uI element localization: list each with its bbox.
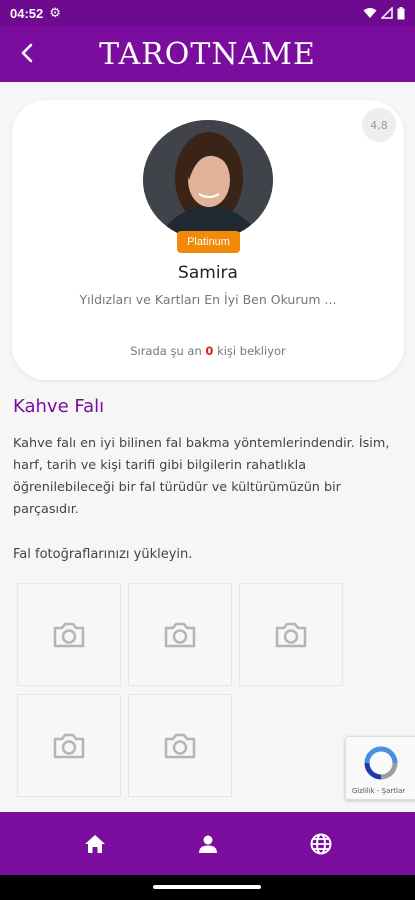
camera-icon <box>164 622 196 647</box>
back-arrow-icon <box>21 43 33 63</box>
photo-slot-1[interactable] <box>17 583 121 686</box>
queue-count: 0 <box>205 344 214 358</box>
upload-label: Fal fotoğraflarınızı yükleyin. <box>13 547 193 562</box>
reader-name: Samira <box>178 263 238 283</box>
bottom-nav <box>0 812 415 875</box>
camera-icon <box>53 733 85 758</box>
battery-icon <box>397 6 405 19</box>
rating-badge: 4,8 <box>362 108 396 142</box>
membership-badge: Platinum <box>177 231 240 253</box>
avatar <box>143 120 273 240</box>
recaptcha-icon <box>364 746 398 780</box>
recaptcha-footer[interactable]: Gizlilik - Şartlar <box>346 787 411 795</box>
camera-icon <box>275 622 307 647</box>
status-icons <box>363 6 405 20</box>
settings-icon: ⚙ <box>49 5 61 21</box>
app-bar: TAROTNAME <box>0 26 415 82</box>
queue-status: Sırada şu an 0 kişi bekliyor <box>12 344 404 358</box>
nav-language[interactable] <box>305 830 337 858</box>
nav-home[interactable] <box>79 830 111 858</box>
queue-suffix: kişi bekliyor <box>217 344 286 358</box>
photo-slot-3[interactable] <box>239 583 343 686</box>
gesture-handle[interactable] <box>153 885 261 889</box>
section-description: Kahve falı en iyi bilinen fal bakma yönt… <box>13 436 390 517</box>
status-bar: 04:52 ⚙ <box>0 0 415 26</box>
signal-icon <box>381 7 393 19</box>
reader-tagline: Yıldızları ve Kartları En İyi Ben Okurum… <box>79 292 337 307</box>
camera-icon <box>164 733 196 758</box>
camera-icon <box>53 622 85 647</box>
photo-slot-2[interactable] <box>128 583 232 686</box>
section-title: Kahve Falı <box>13 396 105 417</box>
gesture-bar <box>0 875 415 900</box>
status-time: 04:52 <box>10 5 44 21</box>
queue-prefix: Sırada şu an <box>130 344 202 358</box>
app-title: TAROTNAME <box>99 36 316 72</box>
back-button[interactable] <box>12 36 42 70</box>
nav-profile[interactable] <box>192 830 224 858</box>
wifi-icon <box>363 8 377 18</box>
photo-slot-5[interactable] <box>128 694 232 797</box>
user-icon <box>199 835 217 853</box>
globe-icon <box>310 833 332 855</box>
profile-card: 4,8 Platinum Samira Yıldızları ve Kartla… <box>12 100 404 380</box>
photo-slot-4[interactable] <box>17 694 121 797</box>
recaptcha-badge[interactable]: Gizlilik - Şartlar <box>345 736 415 800</box>
home-icon <box>85 835 105 853</box>
